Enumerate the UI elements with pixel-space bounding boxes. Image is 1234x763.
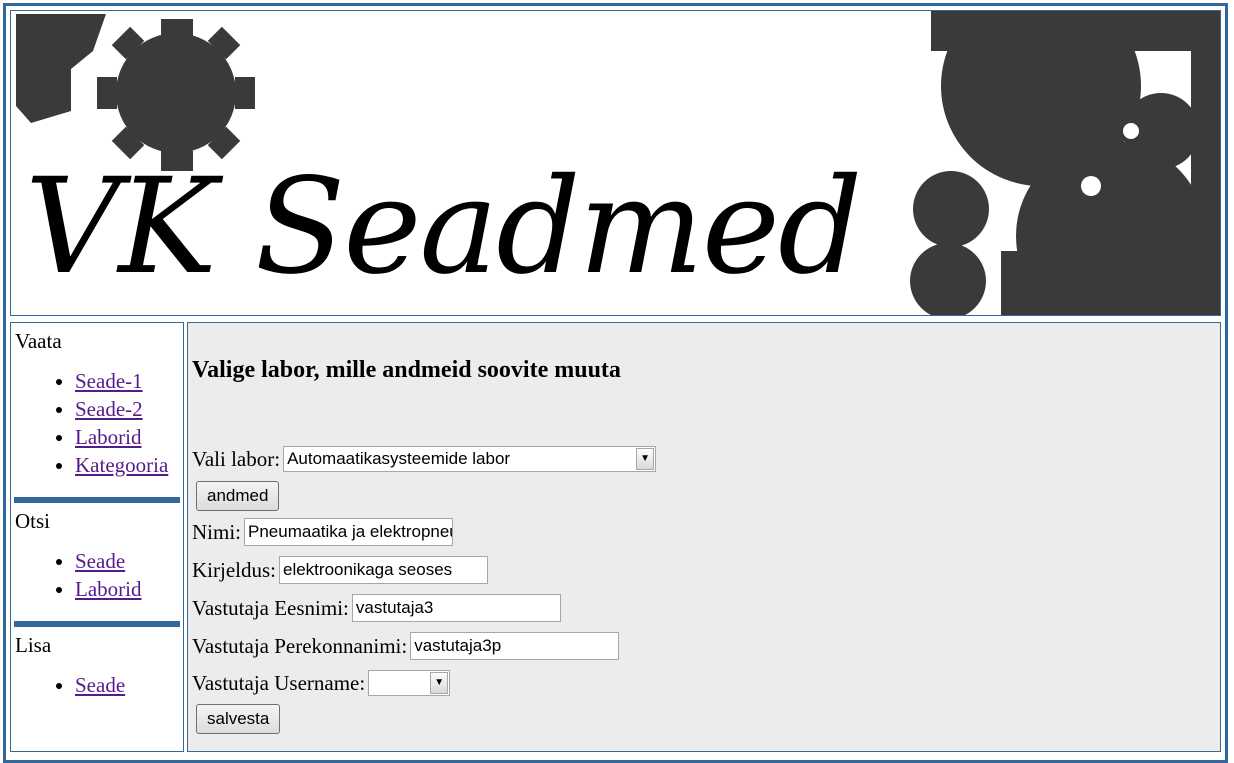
lab-select[interactable]: Automaatikasysteemide labor ▼ [283, 446, 657, 472]
sidebar-section-otsi: Otsi Seade Laborid [11, 503, 183, 603]
perekonnanimi-input[interactable]: vastutaja3p [410, 632, 620, 660]
lab-select-row: Vali labor: Automaatikasysteemide labor … [192, 446, 657, 472]
list-item: Laborid [75, 575, 179, 603]
username-row: Vastutaja Username: ▼ [192, 670, 451, 696]
sidebar-list-vaata: Seade-1 Seade-2 Laborid Kategooria [15, 367, 179, 479]
nimi-label: Nimi: [192, 519, 242, 544]
sidebar-link-kategooria[interactable]: Kategooria [75, 453, 168, 477]
chevron-down-icon[interactable]: ▼ [636, 448, 655, 470]
eesnimi-input[interactable]: vastutaja3 [351, 594, 561, 622]
andmed-button[interactable]: andmed [196, 481, 280, 511]
list-item: Seade-1 [75, 367, 179, 395]
sidebar-section-vaata: Vaata Seade-1 Seade-2 Laborid Kategooria [11, 323, 183, 479]
sidebar-list-otsi: Seade Laborid [15, 547, 179, 603]
perekonnanimi-row: Vastutaja Perekonnanimi: vastutaja3p [192, 632, 620, 660]
list-item: Laborid [75, 423, 179, 451]
username-label: Vastutaja Username: [192, 670, 366, 695]
kirjeldus-input[interactable]: elektroonikaga seoses [279, 556, 488, 584]
sidebar-list-lisa: Seade [15, 671, 179, 699]
sidebar-link-seade-2[interactable]: Seade-2 [75, 397, 143, 421]
sidebar-link-laborid[interactable]: Laborid [75, 425, 141, 449]
sidebar-link-otsi-seade[interactable]: Seade [75, 549, 125, 573]
chevron-down-icon[interactable]: ▼ [430, 672, 449, 694]
nimi-row: Nimi: Pneumaatika ja elektropneumaatika [192, 518, 454, 546]
perekonnanimi-label: Vastutaja Perekonnanimi: [192, 633, 408, 658]
sidebar-heading-lisa: Lisa [15, 633, 52, 657]
lab-select-value: Automaatikasysteemide labor [287, 449, 511, 468]
list-item: Seade [75, 547, 179, 575]
main-content: Valige labor, mille andmeid soovite muut… [187, 322, 1221, 752]
save-button-row: salvesta [192, 704, 281, 734]
sidebar-section-lisa: Lisa Seade [11, 627, 183, 699]
username-select[interactable]: ▼ [368, 670, 451, 696]
list-item: Seade-2 [75, 395, 179, 423]
site-title: VK Seadmed [25, 150, 862, 304]
page-title: Valige labor, mille andmeid soovite muut… [192, 357, 621, 383]
kirjeldus-row: Kirjeldus: elektroonikaga seoses [192, 556, 488, 584]
list-item: Seade [75, 671, 179, 699]
sidebar-heading-otsi: Otsi [15, 509, 51, 533]
data-button-row: andmed [192, 481, 280, 511]
sidebar-link-otsi-laborid[interactable]: Laborid [75, 577, 141, 601]
sidebar-link-lisa-seade[interactable]: Seade [75, 673, 125, 697]
nimi-input[interactable]: Pneumaatika ja elektropneumaatika [244, 518, 454, 546]
kirjeldus-label: Kirjeldus: [192, 557, 276, 582]
sidebar: Vaata Seade-1 Seade-2 Laborid Kategooria… [10, 322, 184, 752]
site-banner: VK Seadmed [10, 10, 1221, 316]
eesnimi-label: Vastutaja Eesnimi: [192, 595, 349, 620]
save-button[interactable]: salvesta [196, 704, 281, 734]
sidebar-link-seade-1[interactable]: Seade-1 [75, 369, 143, 393]
sidebar-heading-vaata: Vaata [15, 329, 62, 353]
eesnimi-row: Vastutaja Eesnimi: vastutaja3 [192, 594, 561, 622]
list-item: Kategooria [75, 451, 179, 479]
lab-select-label: Vali labor: [192, 446, 281, 471]
